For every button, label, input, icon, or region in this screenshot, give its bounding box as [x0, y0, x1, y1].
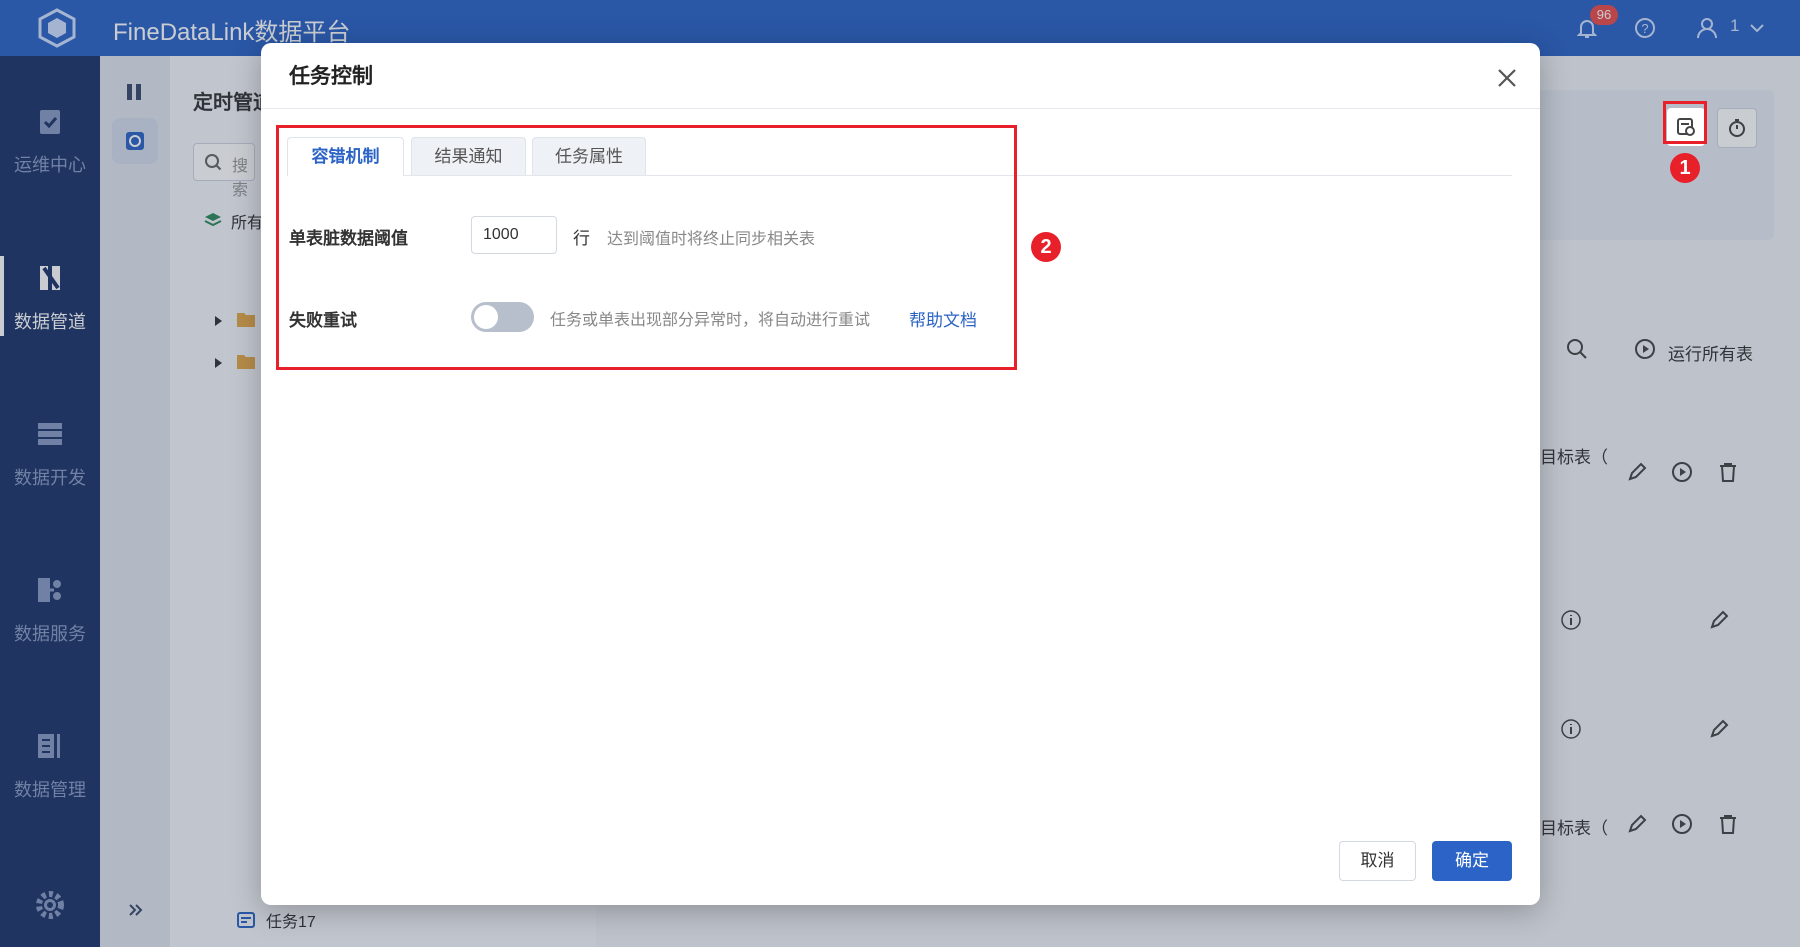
marker-1: 1	[1670, 153, 1700, 183]
close-icon[interactable]	[1491, 62, 1523, 94]
highlight-box-2	[276, 125, 1017, 370]
highlight-box-1	[1663, 101, 1707, 144]
confirm-button[interactable]: 确定	[1432, 841, 1512, 881]
marker-2: 2	[1031, 232, 1061, 262]
dialog-title: 任务控制	[289, 65, 373, 88]
cancel-button[interactable]: 取消	[1339, 841, 1416, 881]
dialog-divider	[261, 108, 1540, 109]
